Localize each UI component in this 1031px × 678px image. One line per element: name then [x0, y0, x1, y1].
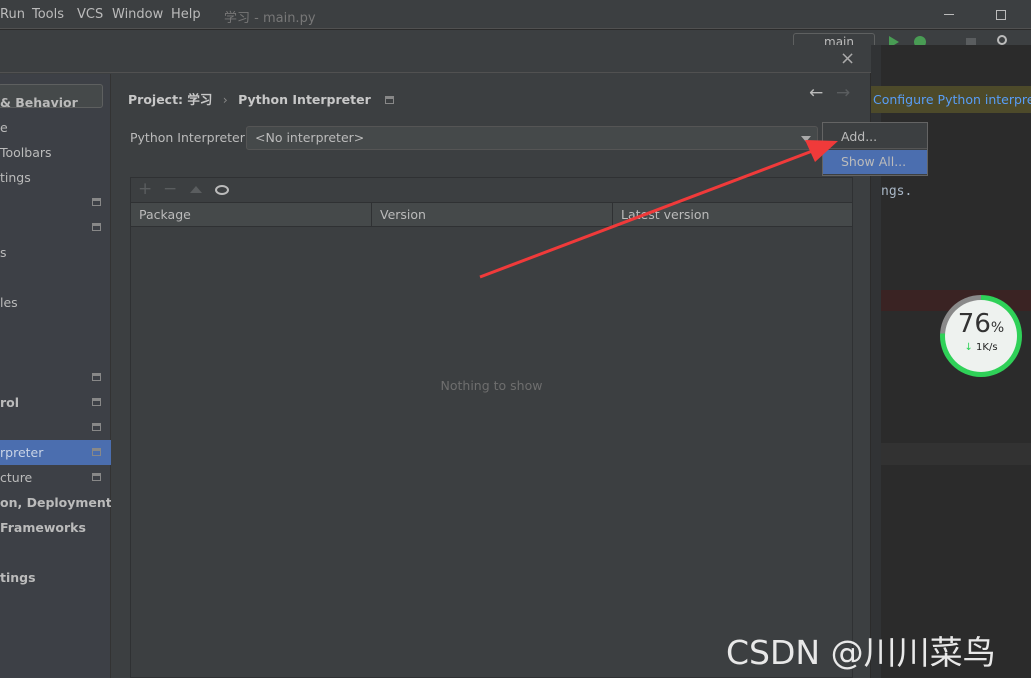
annotation-arrow	[479, 140, 838, 279]
watermark: CSDN @川川菜鸟	[726, 633, 996, 672]
